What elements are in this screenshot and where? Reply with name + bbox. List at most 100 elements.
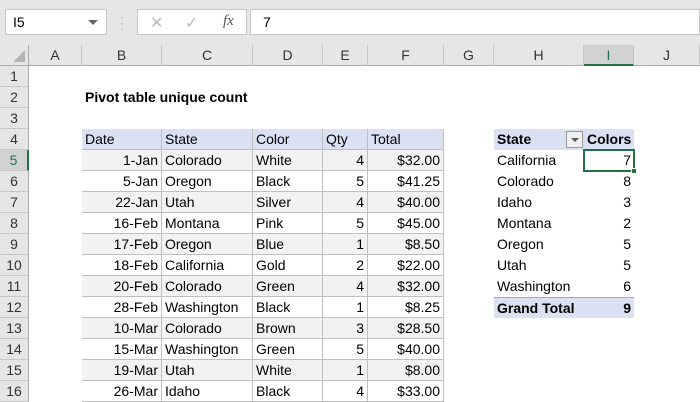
table-header-color[interactable]: Color <box>253 129 323 150</box>
table-cell-total[interactable]: $33.00 <box>368 381 444 402</box>
table-cell-date[interactable]: 18-Feb <box>82 255 162 276</box>
pivot-row-label[interactable]: Oregon <box>494 234 584 255</box>
row-header-16[interactable]: 16 <box>0 381 29 402</box>
formula-input[interactable]: 7 <box>250 9 700 35</box>
table-cell-qty[interactable]: 4 <box>323 150 368 171</box>
table-cell-state[interactable]: Colorado <box>162 318 253 339</box>
pivot-row-value[interactable]: 6 <box>584 276 634 297</box>
pivot-row-value[interactable]: 2 <box>584 213 634 234</box>
table-cell-state[interactable]: Montana <box>162 213 253 234</box>
table-cell-total[interactable]: $45.00 <box>368 213 444 234</box>
table-cell-state[interactable]: Utah <box>162 192 253 213</box>
column-header-H[interactable]: H <box>494 45 584 66</box>
table-cell-color[interactable]: Black <box>253 381 323 402</box>
pivot-grand-total-value[interactable]: 9 <box>584 297 634 318</box>
table-cell-color[interactable]: Green <box>253 339 323 360</box>
table-cell-state[interactable]: Washington <box>162 297 253 318</box>
table-cell-qty[interactable]: 1 <box>323 360 368 381</box>
table-cell-color[interactable]: Black <box>253 171 323 192</box>
column-header-E[interactable]: E <box>323 45 368 66</box>
row-header-10[interactable]: 10 <box>0 255 29 276</box>
table-cell-date[interactable]: 17-Feb <box>82 234 162 255</box>
table-cell-qty[interactable]: 4 <box>323 192 368 213</box>
table-cell-color[interactable]: Blue <box>253 234 323 255</box>
table-cell-total[interactable]: $32.00 <box>368 276 444 297</box>
table-cell-qty[interactable]: 1 <box>323 234 368 255</box>
table-cell-state[interactable]: Washington <box>162 339 253 360</box>
table-cell-state[interactable]: Oregon <box>162 171 253 192</box>
table-cell-total[interactable]: $40.00 <box>368 192 444 213</box>
cancel-icon[interactable]: ✕ <box>150 13 163 33</box>
row-header-3[interactable]: 3 <box>0 108 29 129</box>
pivot-row-value[interactable]: 3 <box>584 192 634 213</box>
row-header-12[interactable]: 12 <box>0 297 29 318</box>
pivot-row-value[interactable]: 8 <box>584 171 634 192</box>
table-cell-color[interactable]: Brown <box>253 318 323 339</box>
pivot-row-label[interactable]: Montana <box>494 213 584 234</box>
table-cell-state[interactable]: Colorado <box>162 276 253 297</box>
column-header-J[interactable]: J <box>634 45 700 66</box>
table-header-date[interactable]: Date <box>82 129 162 150</box>
table-cell-total[interactable]: $32.00 <box>368 150 444 171</box>
table-cell-color[interactable]: White <box>253 360 323 381</box>
table-header-qty[interactable]: Qty <box>323 129 368 150</box>
table-cell-date[interactable]: 10-Mar <box>82 318 162 339</box>
table-cell-qty[interactable]: 3 <box>323 318 368 339</box>
table-cell-total[interactable]: $8.00 <box>368 360 444 381</box>
pivot-row-label[interactable]: California <box>494 150 584 171</box>
pivot-row-label[interactable]: Washington <box>494 276 584 297</box>
table-cell-state[interactable]: Utah <box>162 360 253 381</box>
table-cell-qty[interactable]: 5 <box>323 171 368 192</box>
row-header-5[interactable]: 5 <box>0 150 29 171</box>
table-cell-date[interactable]: 5-Jan <box>82 171 162 192</box>
table-cell-date[interactable]: 16-Feb <box>82 213 162 234</box>
pivot-row-label[interactable]: Utah <box>494 255 584 276</box>
table-cell-date[interactable]: 22-Jan <box>82 192 162 213</box>
row-header-14[interactable]: 14 <box>0 339 29 360</box>
table-cell-color[interactable]: Green <box>253 276 323 297</box>
table-cell-date[interactable]: 15-Mar <box>82 339 162 360</box>
column-header-G[interactable]: G <box>444 45 494 66</box>
chevron-down-icon[interactable] <box>88 20 98 25</box>
row-header-11[interactable]: 11 <box>0 276 29 297</box>
table-cell-total[interactable]: $8.50 <box>368 234 444 255</box>
table-cell-color[interactable]: White <box>253 150 323 171</box>
column-header-A[interactable]: A <box>29 45 82 66</box>
table-header-total[interactable]: Total <box>368 129 444 150</box>
pivot-header-colors[interactable]: Colors <box>584 129 634 150</box>
pivot-grand-total-label[interactable]: Grand Total <box>494 297 584 318</box>
table-cell-date[interactable]: 20-Feb <box>82 276 162 297</box>
table-cell-total[interactable]: $40.00 <box>368 339 444 360</box>
table-cell-total[interactable]: $28.50 <box>368 318 444 339</box>
pivot-row-value[interactable]: 5 <box>584 234 634 255</box>
table-cell-date[interactable]: 19-Mar <box>82 360 162 381</box>
row-header-2[interactable]: 2 <box>0 87 29 108</box>
table-cell-color[interactable]: Gold <box>253 255 323 276</box>
table-cell-total[interactable]: $8.25 <box>368 297 444 318</box>
table-cell-qty[interactable]: 4 <box>323 276 368 297</box>
insert-function-icon[interactable]: fx <box>223 13 234 30</box>
pivot-row-label[interactable]: Idaho <box>494 192 584 213</box>
table-cell-state[interactable]: Colorado <box>162 150 253 171</box>
check-icon[interactable]: ✓ <box>185 13 198 33</box>
row-header-15[interactable]: 15 <box>0 360 29 381</box>
column-header-I[interactable]: I <box>584 45 634 66</box>
pivot-row-value[interactable]: 5 <box>584 255 634 276</box>
column-header-B[interactable]: B <box>82 45 162 66</box>
select-all-button[interactable] <box>0 45 29 66</box>
table-cell-date[interactable]: 28-Feb <box>82 297 162 318</box>
row-header-8[interactable]: 8 <box>0 213 29 234</box>
column-header-C[interactable]: C <box>162 45 253 66</box>
table-cell-state[interactable]: California <box>162 255 253 276</box>
row-header-6[interactable]: 6 <box>0 171 29 192</box>
filter-dropdown-icon[interactable] <box>566 131 583 148</box>
table-cell-state[interactable]: Idaho <box>162 381 253 402</box>
pivot-row-label[interactable]: Colorado <box>494 171 584 192</box>
row-header-13[interactable]: 13 <box>0 318 29 339</box>
table-cell-color[interactable]: Black <box>253 297 323 318</box>
table-cell-qty[interactable]: 4 <box>323 381 368 402</box>
table-cell-color[interactable]: Pink <box>253 213 323 234</box>
fill-handle[interactable] <box>631 168 637 174</box>
table-header-state[interactable]: State <box>162 129 253 150</box>
row-header-9[interactable]: 9 <box>0 234 29 255</box>
